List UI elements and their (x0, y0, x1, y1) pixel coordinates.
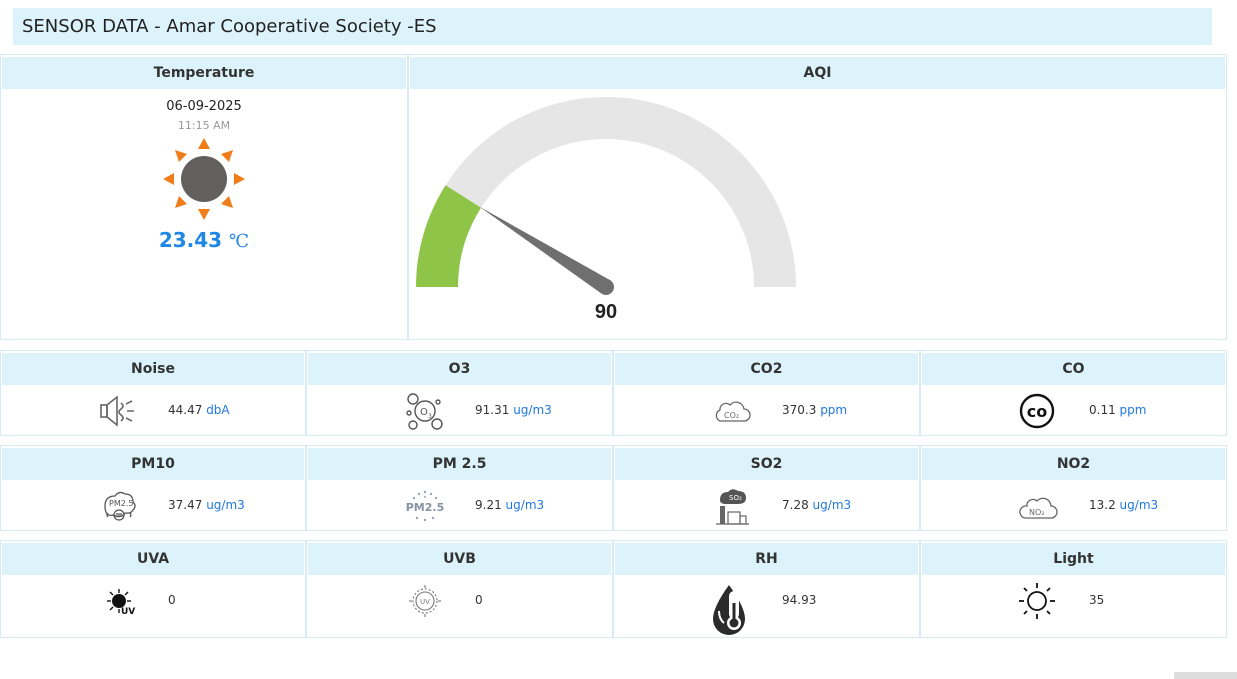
temperature-panel: Temperature 06-09-2025 11:15 AM 23.43 ℃ (0, 54, 408, 340)
aqi-gauge: 90 (416, 97, 796, 323)
sensor-card-title: PM 2.5 (308, 448, 611, 480)
aqi-panel: AQI 90 (408, 54, 1227, 340)
svg-text:O: O (420, 407, 428, 418)
sensor-number: 94.93 (782, 593, 817, 607)
aqi-value: 90 (595, 301, 617, 323)
sensor-number: 44.47 (168, 403, 203, 417)
svg-text:UV: UV (420, 598, 430, 606)
sensor-card: RH 94.93 (613, 540, 920, 638)
horizontal-scrollbar[interactable] (1174, 672, 1237, 679)
temperature-title: Temperature (2, 57, 406, 89)
sensor-card-title: PM10 (2, 448, 304, 480)
sensor-value: 91.31 ug/m3 (475, 403, 552, 417)
gauge-track (416, 97, 796, 287)
sensor-number: 0 (168, 593, 176, 607)
sensor-number: 9.21 (475, 498, 502, 512)
sensor-number: 35 (1089, 593, 1105, 607)
svg-text:PM2.5: PM2.5 (109, 499, 133, 508)
temperature-date: 06-09-2025 (166, 99, 242, 114)
sensor-card-title: SO2 (615, 448, 918, 480)
co-icon: co (1017, 391, 1057, 431)
sensor-value: 0 (475, 593, 483, 607)
sensor-card-title: Noise (2, 353, 304, 385)
uvb-icon: UV (405, 581, 445, 621)
temperature-time: 11:15 AM (177, 119, 231, 132)
sensor-value: 9.21 ug/m3 (475, 498, 544, 512)
sensor-card: Noise 44.47 dbA (0, 350, 306, 436)
gauge-needle (479, 206, 611, 294)
co2-cloud-icon: CO₂ (712, 391, 752, 431)
sensor-unit: ppm (820, 403, 848, 417)
sensor-unit: ug/m3 (505, 498, 545, 512)
no2-cloud-icon: NO₂ (1019, 486, 1059, 526)
sensor-unit: ug/m3 (1119, 498, 1159, 512)
sensor-card: PM 2.5 PM2.5 9.21 ug/m3 (306, 445, 613, 531)
svg-text:3: 3 (428, 413, 432, 420)
speaker-icon (98, 391, 138, 431)
sensor-number: 0 (475, 593, 483, 607)
sensor-card-title: NO2 (922, 448, 1225, 480)
svg-text:co: co (1027, 402, 1047, 421)
svg-text:UV: UV (121, 607, 135, 617)
sensor-number: 7.28 (782, 498, 809, 512)
sensor-card: NO2 NO₂ 13.2 ug/m3 (920, 445, 1227, 531)
sensor-unit: ug/m3 (206, 498, 245, 512)
sensor-number: 37.47 (168, 498, 203, 512)
sensor-card: UVB UV 0 (306, 540, 613, 638)
sensor-value: 0 (168, 593, 176, 607)
sensor-unit: ug/m3 (513, 403, 552, 417)
sensor-unit: ppm (1119, 403, 1147, 417)
pm10-icon: PM2.5 (99, 486, 139, 526)
uva-icon: UV (99, 581, 139, 621)
sensor-card: SO2 SO₂ 7.28 ug/m3 (613, 445, 920, 531)
sensor-value: 37.47 ug/m3 (168, 498, 245, 512)
sensor-card-title: RH (615, 543, 918, 575)
svg-text:PM2.5: PM2.5 (406, 501, 445, 514)
thermometer-drop-icon (711, 581, 753, 635)
sensor-value: 35 (1089, 593, 1104, 607)
temperature-value: 23.43 ℃ (1, 228, 407, 252)
sensor-number: 0.11 (1089, 403, 1116, 417)
sensor-card-title: O3 (308, 353, 611, 385)
page-title: SENSOR DATA - Amar Cooperative Society -… (22, 16, 437, 37)
light-sun-icon (1017, 581, 1057, 621)
sensor-card-title: UVA (2, 543, 304, 575)
pm25-icon: PM2.5 (405, 486, 445, 526)
sensor-number: 91.31 (475, 403, 510, 417)
sensor-card: Light 35 (920, 540, 1227, 638)
sensor-card: UVA UV 0 (0, 540, 306, 638)
sensor-card: O3 O 3 91.31 ug/m3 (306, 350, 613, 436)
sensor-unit: ug/m3 (812, 498, 852, 512)
sensor-number: 13.2 (1089, 498, 1116, 512)
sensor-card-title: CO2 (615, 353, 918, 385)
sun-icon (161, 136, 247, 222)
sensor-card: CO co 0.11 ppm (920, 350, 1227, 436)
sensor-card-title: Light (922, 543, 1225, 575)
sensor-value: 370.3 ppm (782, 403, 847, 417)
gauge-hub (598, 279, 614, 295)
sensor-card-title: CO (922, 353, 1225, 385)
sensor-card: CO2 CO₂ 370.3 ppm (613, 350, 920, 436)
sensor-number: 370.3 (782, 403, 817, 417)
svg-text:NO₂: NO₂ (1029, 508, 1045, 517)
sensor-value: 13.2 ug/m3 (1089, 498, 1158, 512)
sensor-value: 94.93 (782, 593, 816, 607)
sensor-card-title: UVB (308, 543, 611, 575)
sensor-card: PM10 PM2.5 37.47 ug/m3 (0, 445, 306, 531)
svg-text:CO₂: CO₂ (724, 411, 739, 420)
sensor-value: 0.11 ppm (1089, 403, 1146, 417)
temperature-unit: ℃ (229, 231, 250, 252)
sensor-unit: dbA (206, 403, 230, 417)
temperature-number: 23.43 (158, 228, 223, 252)
so2-factory-icon: SO₂ (712, 486, 752, 526)
sensor-value: 44.47 dbA (168, 403, 230, 417)
sensor-value: 7.28 ug/m3 (782, 498, 851, 512)
page-header: SENSOR DATA - Amar Cooperative Society -… (13, 8, 1212, 45)
svg-text:SO₂: SO₂ (729, 494, 742, 502)
ozone-icon: O 3 (405, 391, 445, 431)
